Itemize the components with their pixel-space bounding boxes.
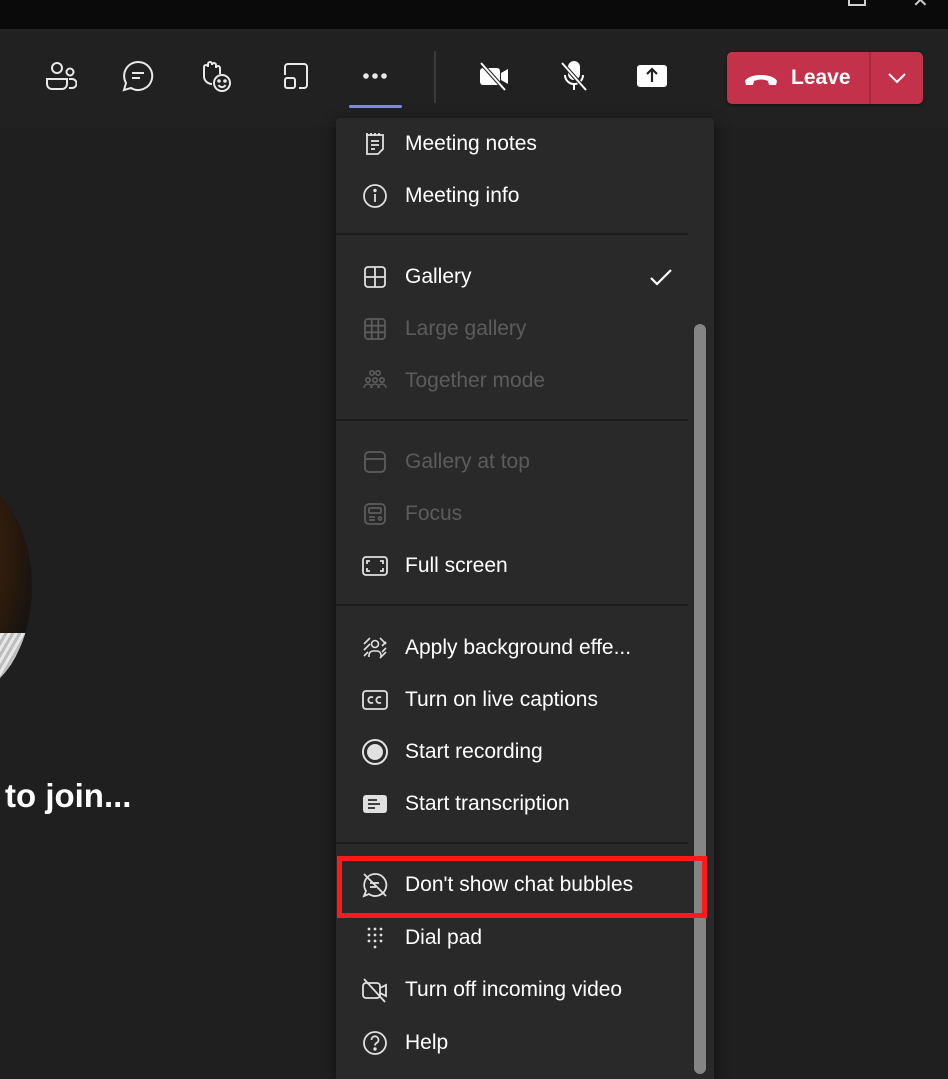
info-icon [363,184,387,208]
incoming-video-off-icon [362,978,387,1003]
maximize-icon[interactable] [848,0,866,6]
raise-hand-react-icon [203,61,231,92]
menu-item-label: Meeting notes [405,132,537,155]
menu-item-dial-pad[interactable]: Dial pad [336,912,690,964]
menu-item-apply-background-effects[interactable]: Apply background effe... [336,622,690,674]
gallery-at-top-icon [364,451,386,473]
close-icon[interactable]: ✕ [912,0,932,10]
menu-item-full-screen[interactable]: Full screen [336,540,690,592]
menu-item-label: Apply background effe... [405,636,632,659]
camera-toggle-button[interactable] [476,58,512,94]
chat-bubbles-off-icon [362,873,388,898]
menu-item-label: Large gallery [405,317,527,340]
people-button[interactable] [42,58,78,94]
react-button[interactable] [198,58,234,94]
menu-item-turn-off-incoming-video[interactable]: Turn off incoming video [336,964,690,1016]
menu-item-live-captions[interactable]: Turn on live captions [336,674,690,726]
share-screen-button[interactable] [634,58,670,94]
menu-item-large-gallery: Large gallery [336,303,690,355]
menu-item-label: Dial pad [405,926,483,949]
menu-item-start-transcription[interactable]: Start transcription [336,778,690,830]
menu-divider [336,604,688,606]
phone-hangup-icon [745,75,777,85]
menu-divider [336,419,688,421]
menu-item-label: Turn off incoming video [405,978,623,1001]
more-actions-icon [363,73,387,79]
chevron-down-icon [888,73,906,84]
participant-avatar [0,478,32,696]
leave-options-button[interactable] [871,52,923,104]
menu-item-label: Meeting info [405,184,520,207]
record-icon [362,739,388,765]
menu-item-focus: Focus [336,488,690,540]
transcription-icon [363,795,387,813]
people-icon [46,62,77,90]
menu-scrollbar-thumb[interactable] [694,324,706,1074]
full-screen-icon [362,556,388,576]
menu-item-meeting-info[interactable]: Meeting info [336,170,690,222]
help-icon [363,1031,387,1055]
dial-pad-icon [367,927,383,949]
share-screen-icon [637,65,667,87]
menu-item-gallery-at-top: Gallery at top [336,436,690,488]
closed-captions-icon [362,690,388,710]
large-gallery-icon [364,318,386,340]
checkmark-icon [650,269,672,286]
more-actions-menu: Meeting notes Meeting info Gallery Large… [336,118,714,1079]
camera-off-icon [479,61,508,92]
breakout-rooms-button[interactable] [278,58,314,94]
menu-item-meeting-notes[interactable]: Meeting notes [336,118,690,170]
focus-icon [364,503,386,525]
chat-button[interactable] [120,58,156,94]
leave-button[interactable]: Leave [727,52,869,104]
menu-divider [336,842,688,844]
gallery-icon [364,266,386,288]
menu-item-together-mode: Together mode [336,355,690,407]
active-tab-indicator [349,105,402,108]
together-mode-icon [363,369,387,389]
menu-divider [336,233,688,235]
menu-item-start-recording[interactable]: Start recording [336,726,690,778]
meeting-notes-icon [366,133,384,155]
mic-toggle-button[interactable] [556,58,592,94]
menu-item-label: Turn on live captions [405,688,598,711]
menu-item-label: Focus [405,502,463,525]
waiting-status-text: to join... [5,777,132,814]
more-actions-button[interactable] [357,58,393,94]
menu-item-label: Together mode [405,369,546,392]
menu-item-label: Gallery at top [405,450,530,473]
menu-item-label: Start recording [405,740,543,763]
menu-item-label: Help [405,1031,449,1054]
menu-item-dont-show-chat-bubbles[interactable]: Don't show chat bubbles [336,859,690,911]
menu-item-label: Start transcription [405,792,570,815]
menu-item-label: Gallery [405,265,472,288]
menu-item-gallery[interactable]: Gallery [336,251,690,303]
mic-off-icon [560,61,588,92]
menu-item-label: Full screen [405,554,508,577]
toolbar-divider [434,51,436,103]
chat-icon [122,60,154,92]
menu-item-label: Don't show chat bubbles [405,873,634,896]
window-title-bar: ✕ [0,0,948,29]
leave-button-group: Leave [727,52,923,104]
breakout-rooms-icon [284,63,308,89]
background-effects-icon [363,637,387,659]
leave-label: Leave [791,66,851,89]
menu-item-help[interactable]: Help [336,1017,690,1069]
